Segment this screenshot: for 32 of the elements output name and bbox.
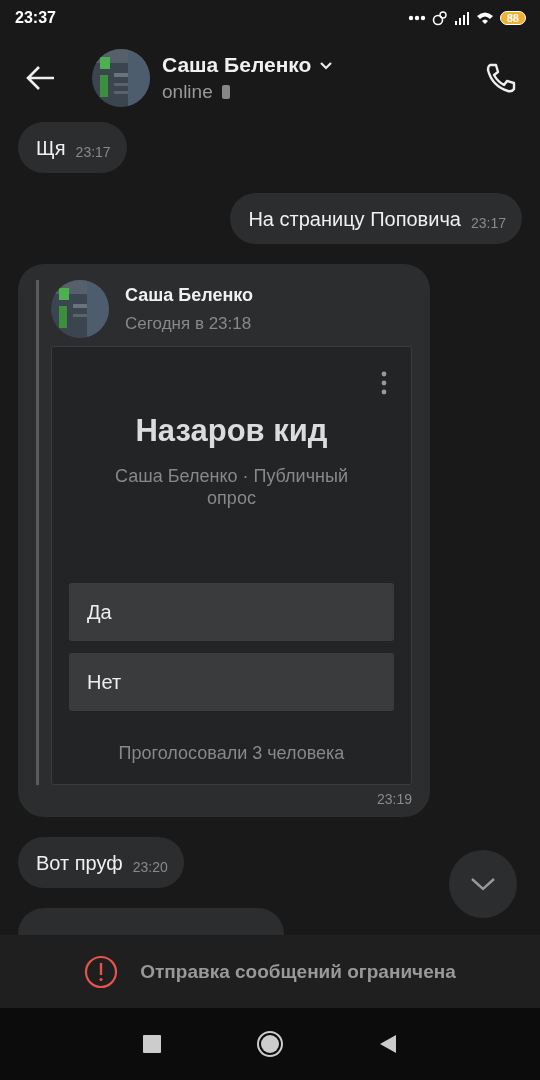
battery-level: 88 — [499, 11, 526, 25]
repost-date: Сегодня в 23:18 — [125, 313, 253, 334]
poll-subtitle: Саша Беленко · Публичный опрос — [114, 465, 349, 509]
back-icon[interactable] — [379, 1034, 397, 1054]
phone-call-icon[interactable] — [484, 61, 518, 95]
signal-icon — [453, 11, 470, 25]
repost-author[interactable]: Саша Беленко — [125, 284, 254, 306]
message-time: 23:17 — [470, 215, 506, 231]
chevron-down-icon — [470, 876, 496, 892]
more-options-icon[interactable] — [381, 371, 387, 395]
message-text: Щя — [36, 137, 66, 160]
message-time: 23:17 — [75, 144, 111, 160]
status-time: 23:37 — [15, 9, 56, 27]
message-text: На страницу Поповича — [248, 208, 461, 231]
message-time: 23:20 — [132, 859, 168, 875]
home-icon[interactable] — [256, 1030, 284, 1058]
restriction-notice: Отправка сообщений ограничена — [140, 960, 456, 983]
more-dots-icon — [407, 15, 426, 21]
chevron-down-icon[interactable] — [319, 60, 334, 70]
poll-title: Назаров кид — [134, 413, 329, 449]
vote-count: Проголосовали 3 человека — [117, 743, 346, 764]
message-text: Вот пруф — [36, 852, 123, 875]
online-status: online — [162, 81, 213, 103]
link-rings-icon — [431, 10, 448, 26]
contact-name[interactable]: Саша Беленко — [162, 53, 312, 77]
phone-device-icon — [220, 84, 231, 100]
warning-icon — [84, 954, 119, 989]
message-time: 23:19 — [376, 791, 412, 807]
poll-option[interactable]: Нет — [69, 653, 394, 711]
wifi-icon — [475, 10, 494, 26]
poll-option[interactable]: Да — [69, 583, 394, 641]
back-arrow-icon[interactable] — [26, 65, 56, 91]
